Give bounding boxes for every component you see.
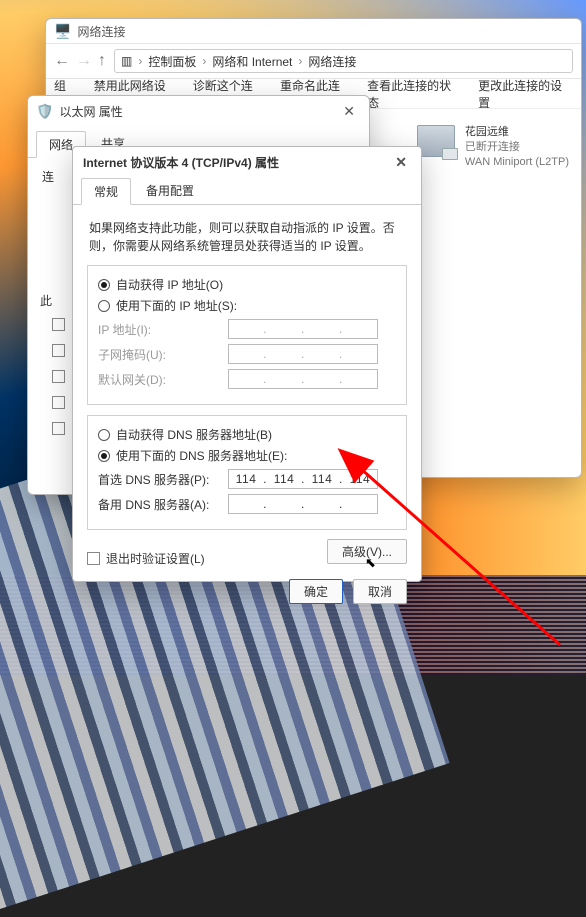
forward-icon[interactable]: → (76, 52, 92, 70)
cancel-button[interactable]: 取消 (353, 579, 407, 604)
breadcrumb-item[interactable]: 网络连接 (308, 53, 356, 70)
ok-button[interactable]: 确定 (289, 579, 343, 604)
close-icon[interactable]: ✕ (389, 154, 413, 171)
up-icon[interactable]: ↑ (98, 52, 106, 70)
connection-driver: WAN Miniport (L2TP) (465, 155, 569, 170)
subnet-mask-row: 子网掩码(U): ... (98, 344, 396, 364)
field-label: 首选 DNS 服务器(P): (98, 471, 228, 488)
alternate-dns-input[interactable]: ... (228, 494, 378, 514)
field-label: 默认网关(D): (98, 371, 228, 388)
tab-alternate[interactable]: 备用配置 (133, 177, 207, 204)
chevron-right-icon: › (298, 54, 302, 68)
titlebar: 🛡️ 以太网 属性 ✕ (28, 96, 369, 126)
shield-icon: 🛡️ (36, 103, 53, 120)
radio-label: 自动获得 DNS 服务器地址(B) (116, 426, 272, 443)
connection-status: 已断开连接 (465, 140, 569, 155)
connection-name: 花园远维 (465, 125, 569, 140)
tab-strip: 常规 备用配置 (73, 177, 421, 205)
checkbox-icon[interactable] (52, 344, 65, 357)
list-item[interactable] (52, 318, 65, 331)
window-title: 以太网 属性 (59, 103, 122, 120)
this-connection-uses-label: 此 (40, 292, 52, 309)
toolbar-item-change[interactable]: 更改此连接的设置 (478, 77, 573, 111)
titlebar: 🖥️ 网络连接 (46, 19, 581, 43)
radio-icon[interactable] (98, 450, 110, 462)
chevron-right-icon: › (138, 54, 142, 68)
field-label: 备用 DNS 服务器(A): (98, 496, 228, 513)
radio-dns-auto[interactable]: 自动获得 DNS 服务器地址(B) (98, 426, 396, 443)
list-item[interactable] (52, 370, 65, 383)
validate-on-exit-row[interactable]: 退出时验证设置(L) (87, 550, 205, 567)
alternate-dns-row: 备用 DNS 服务器(A): ... (98, 494, 396, 514)
radio-ip-manual[interactable]: 使用下面的 IP 地址(S): (98, 297, 396, 314)
ip-address-row: IP 地址(I): ... (98, 319, 396, 339)
checkbox-icon[interactable] (52, 422, 65, 435)
subnet-mask-input: ... (228, 344, 378, 364)
radio-ip-auto[interactable]: 自动获得 IP 地址(O) (98, 276, 396, 293)
window-title: 网络连接 (77, 23, 125, 40)
breadcrumb-item[interactable]: 网络和 Internet (212, 53, 292, 70)
radio-icon[interactable] (98, 279, 110, 291)
radio-label: 使用下面的 DNS 服务器地址(E): (116, 447, 287, 464)
checkbox-icon[interactable] (52, 370, 65, 383)
back-icon[interactable]: ← (54, 52, 70, 70)
description-text: 如果网络支持此功能，则可以获取自动指派的 IP 设置。否则，你需要从网络系统管理… (89, 219, 405, 255)
checkbox-icon[interactable] (52, 396, 65, 409)
list-item[interactable] (52, 422, 65, 435)
field-label: IP 地址(I): (98, 321, 228, 338)
dns-settings-group: 自动获得 DNS 服务器地址(B) 使用下面的 DNS 服务器地址(E): 首选… (87, 415, 407, 530)
gateway-input: ... (228, 369, 378, 389)
checkbox-icon[interactable] (87, 552, 100, 565)
preferred-dns-row: 首选 DNS 服务器(P): 114. 114. 114. 114 (98, 469, 396, 489)
radio-icon[interactable] (98, 429, 110, 441)
connection-item[interactable]: 花园远维 已断开连接 WAN Miniport (L2TP) (417, 125, 569, 170)
list-item[interactable] (52, 396, 65, 409)
radio-dns-manual[interactable]: 使用下面的 DNS 服务器地址(E): (98, 447, 396, 464)
radio-icon[interactable] (98, 300, 110, 312)
advanced-button[interactable]: 高级(V)... (327, 539, 407, 564)
preferred-dns-input[interactable]: 114. 114. 114. 114 (228, 469, 378, 489)
ip-settings-group: 自动获得 IP 地址(O) 使用下面的 IP 地址(S): IP 地址(I): … (87, 265, 407, 405)
list-item[interactable] (52, 344, 65, 357)
field-label: 子网掩码(U): (98, 346, 228, 363)
device-icon (417, 125, 455, 157)
checkbox-icon[interactable] (52, 318, 65, 331)
breadcrumb[interactable]: ▥ › 控制面板 › 网络和 Internet › 网络连接 (114, 49, 573, 73)
titlebar: Internet 协议版本 4 (TCP/IPv4) 属性 ✕ (73, 147, 421, 177)
checkbox-label: 退出时验证设置(L) (106, 550, 205, 567)
close-icon[interactable]: ✕ (337, 103, 361, 120)
dialog-title: Internet 协议版本 4 (TCP/IPv4) 属性 (83, 154, 279, 171)
toolbar-item-status[interactable]: 查看此连接的状态 (367, 77, 462, 111)
tab-general[interactable]: 常规 (81, 178, 131, 205)
breadcrumb-root-icon: ▥ (121, 54, 132, 68)
gateway-row: 默认网关(D): ... (98, 369, 396, 389)
chevron-right-icon: › (202, 54, 206, 68)
radio-label: 使用下面的 IP 地址(S): (116, 297, 237, 314)
radio-label: 自动获得 IP 地址(O) (116, 276, 223, 293)
ip-address-input: ... (228, 319, 378, 339)
address-bar: ← → ↑ ▥ › 控制面板 › 网络和 Internet › 网络连接 (46, 43, 581, 79)
breadcrumb-item[interactable]: 控制面板 (148, 53, 196, 70)
ipv4-properties-dialog: Internet 协议版本 4 (TCP/IPv4) 属性 ✕ 常规 备用配置 … (72, 146, 422, 582)
network-icon: 🖥️ (54, 23, 71, 40)
